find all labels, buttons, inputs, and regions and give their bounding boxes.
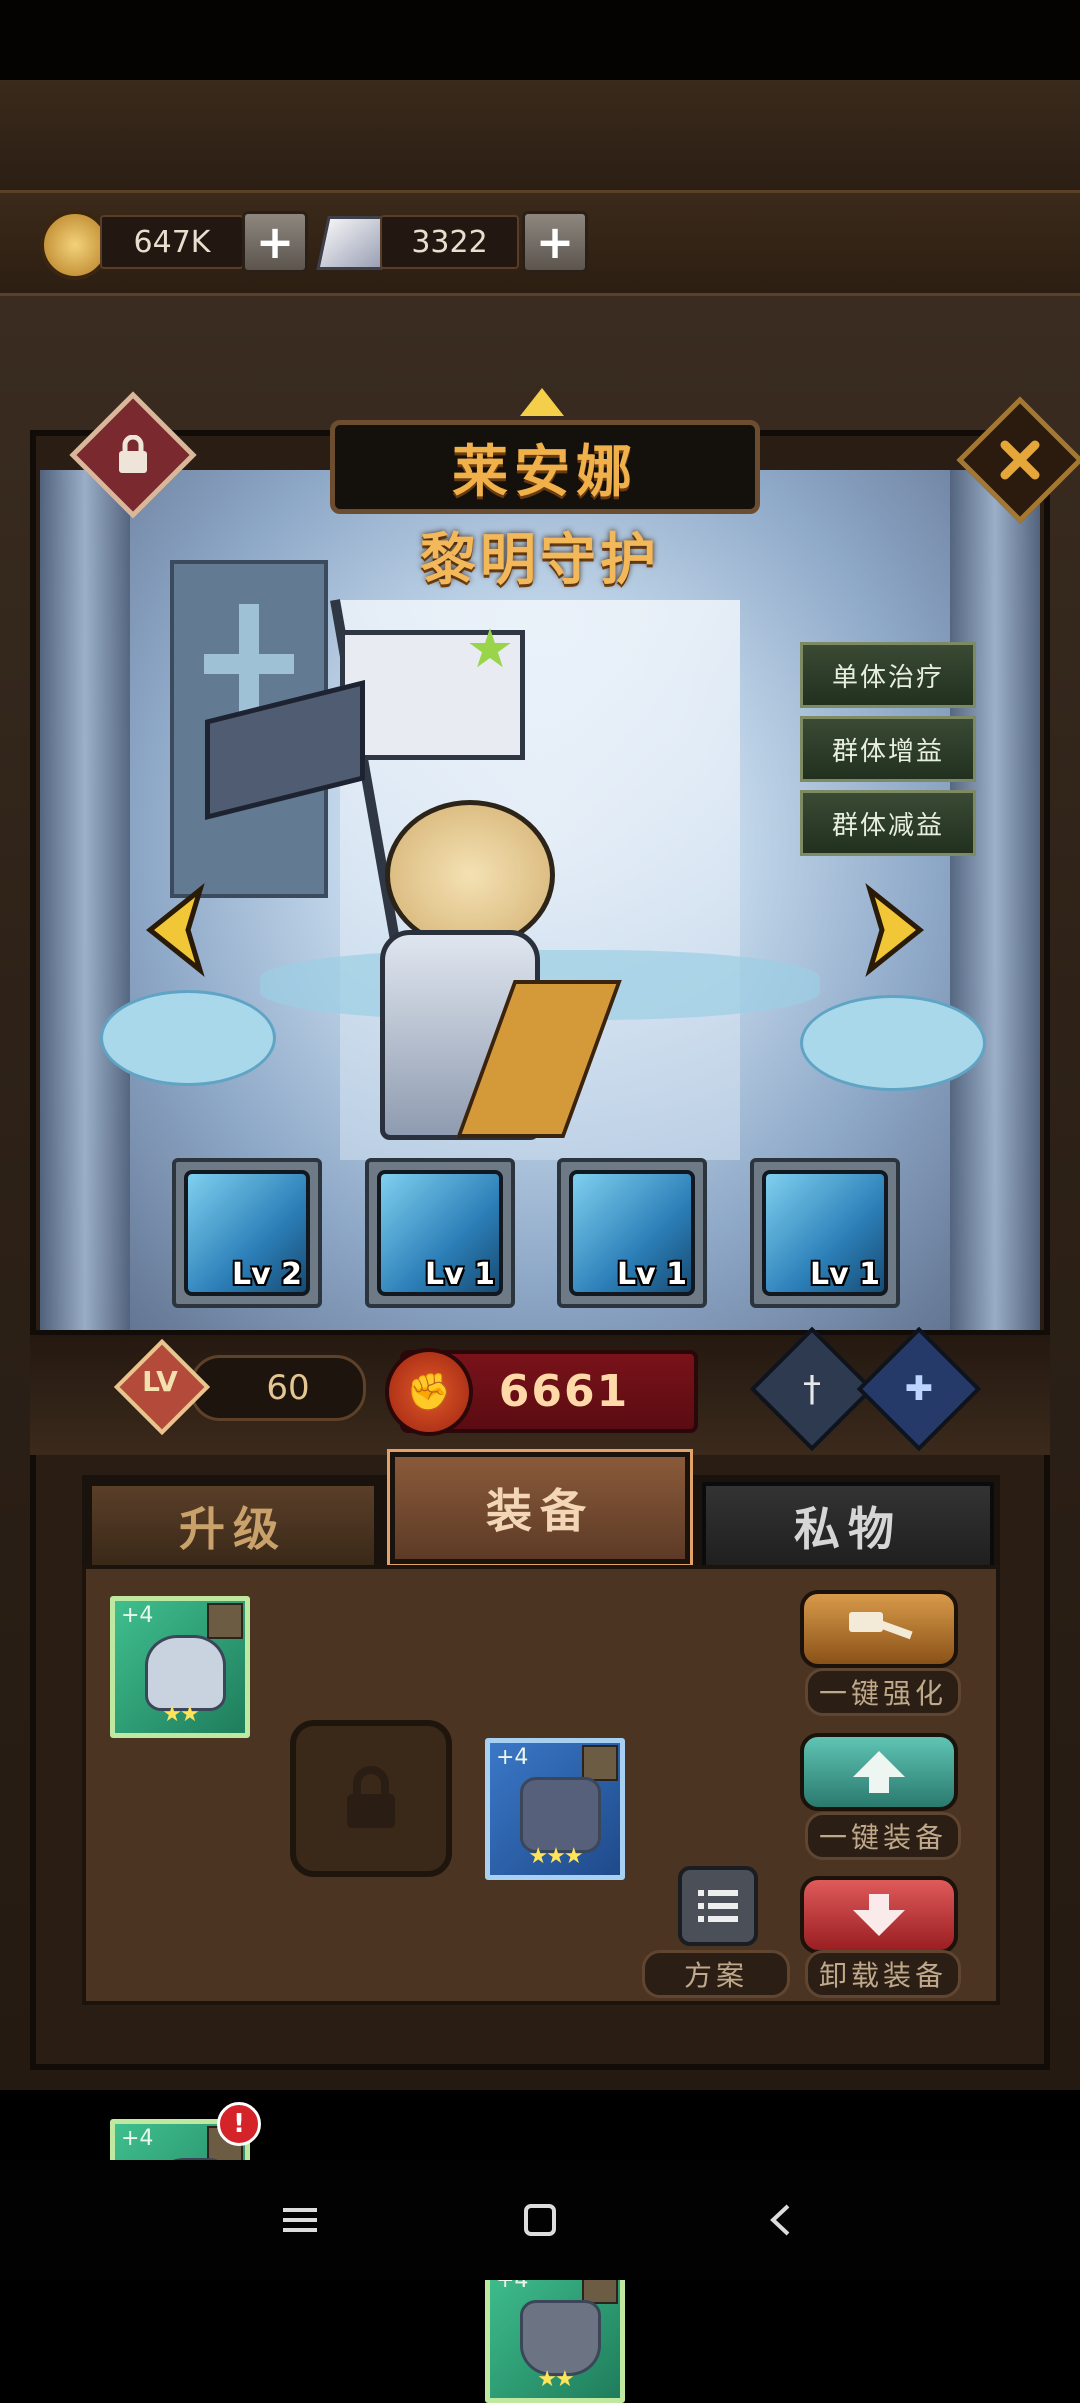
healing-banner-skill-icon: Lv 2 bbox=[184, 1170, 310, 1296]
shield-banner-skill-icon: Lv 1 bbox=[762, 1170, 888, 1296]
hero-title: 黎明守护 bbox=[420, 528, 660, 593]
preset-button[interactable] bbox=[678, 1866, 758, 1946]
hero-character-portrait: ★ bbox=[205, 599, 625, 1230]
preset-label[interactable]: 方案 bbox=[642, 1950, 790, 1998]
combat-power-value: 6661 bbox=[498, 1366, 630, 1417]
arrow-left-icon bbox=[145, 883, 205, 977]
unequip-all-label[interactable]: 卸载装备 bbox=[805, 1950, 961, 1998]
role-tag: 群体减益 bbox=[800, 790, 976, 856]
level-badge: LV bbox=[113, 1338, 211, 1436]
role-tag: 单体治疗 bbox=[800, 642, 976, 708]
hero-name-plate: 莱安娜 bbox=[330, 420, 760, 514]
skill-slot-1[interactable]: Lv 2 bbox=[172, 1158, 322, 1308]
hero-name: 莱安娜 bbox=[452, 439, 638, 505]
home-icon[interactable] bbox=[520, 2200, 560, 2240]
left-pillar bbox=[40, 470, 130, 1400]
enhance-all-button[interactable] bbox=[800, 1590, 958, 1668]
previous-hero-button[interactable] bbox=[140, 880, 210, 980]
banner-strike-skill-icon: Lv 1 bbox=[569, 1170, 695, 1296]
back-icon[interactable] bbox=[760, 2200, 800, 2240]
status-bar bbox=[0, 0, 1080, 80]
hero-level: 60 bbox=[266, 1368, 310, 1408]
system-nav-bar bbox=[0, 2160, 1080, 2280]
skill-slot-4[interactable]: Lv 1 bbox=[750, 1158, 900, 1308]
skill-slot-2[interactable]: Lv 1 bbox=[365, 1158, 515, 1308]
enhance-all-label[interactable]: 一键强化 bbox=[805, 1668, 961, 1716]
tab-equipment[interactable]: 装备 bbox=[387, 1449, 693, 1567]
skill-level: Lv 1 bbox=[617, 1257, 687, 1292]
add-crystal-button[interactable]: + bbox=[522, 211, 588, 273]
tab-upgrade[interactable]: 升级 bbox=[88, 1482, 378, 1570]
unequip-all-button[interactable] bbox=[800, 1876, 958, 1954]
tab-personal-item[interactable]: 私物 bbox=[702, 1482, 994, 1570]
lock-icon bbox=[93, 415, 173, 495]
role-tag: 群体增益 bbox=[800, 716, 976, 782]
skill-level: Lv 2 bbox=[232, 1257, 302, 1292]
alert-badge: ! bbox=[217, 2102, 261, 2146]
locked-slot bbox=[290, 1720, 452, 1877]
equip-slot-boots[interactable]: +4 ★★ bbox=[485, 2261, 625, 2403]
crystal-amount: 3322 bbox=[380, 215, 519, 269]
top-backdrop bbox=[0, 80, 1080, 200]
skill-level: Lv 1 bbox=[425, 1257, 495, 1292]
armor-icon bbox=[520, 1777, 601, 1853]
close-icon bbox=[980, 420, 1060, 500]
enhance-level: +4 bbox=[121, 2126, 154, 2151]
enhance-level: +4 bbox=[121, 1603, 154, 1628]
cloud-decoration-right bbox=[800, 995, 986, 1091]
right-pillar bbox=[950, 470, 1040, 1400]
next-hero-button[interactable] bbox=[860, 880, 930, 980]
level-label: LV bbox=[142, 1365, 178, 1398]
equip-all-label[interactable]: 一键装备 bbox=[805, 1812, 961, 1860]
unequip-down-arrow-icon bbox=[853, 1894, 905, 1936]
weapon-type-icon bbox=[207, 1603, 243, 1639]
hammer-icon bbox=[849, 1612, 913, 1640]
add-gold-button[interactable]: + bbox=[242, 211, 308, 273]
fist-power-icon: ✊ bbox=[385, 1348, 473, 1436]
spinning-banner-skill-icon: Lv 1 bbox=[377, 1170, 503, 1296]
sword-icon: † bbox=[803, 1368, 821, 1410]
expand-up-icon[interactable] bbox=[520, 388, 564, 416]
skill-level: Lv 1 bbox=[810, 1257, 880, 1292]
hero-level-value: 60 bbox=[190, 1355, 366, 1421]
equip-slot-armor[interactable]: +4 ★★★ bbox=[485, 1738, 625, 1880]
lock-icon bbox=[347, 1765, 395, 1828]
star-rating: ★★★ bbox=[528, 1844, 583, 1869]
star-rating: ★★ bbox=[537, 2367, 574, 2392]
equip-slot-helmet[interactable]: +4 ★★ bbox=[110, 1596, 250, 1738]
arrow-right-icon bbox=[865, 883, 925, 977]
weapon-type-icon bbox=[582, 1745, 618, 1781]
star-rating: ★★ bbox=[162, 1702, 199, 1727]
boots-icon bbox=[520, 2300, 601, 2376]
equip-up-arrow-icon bbox=[853, 1751, 905, 1793]
list-icon bbox=[698, 1890, 738, 1922]
enhance-level: +4 bbox=[496, 1745, 529, 1770]
menu-icon[interactable] bbox=[280, 2200, 320, 2240]
holy-class-icon: ✚ bbox=[904, 1369, 934, 1409]
equip-all-button[interactable] bbox=[800, 1733, 958, 1811]
helmet-icon bbox=[145, 1635, 226, 1711]
gold-amount: 647K bbox=[100, 215, 244, 269]
skill-slot-3[interactable]: Lv 1 bbox=[557, 1158, 707, 1308]
